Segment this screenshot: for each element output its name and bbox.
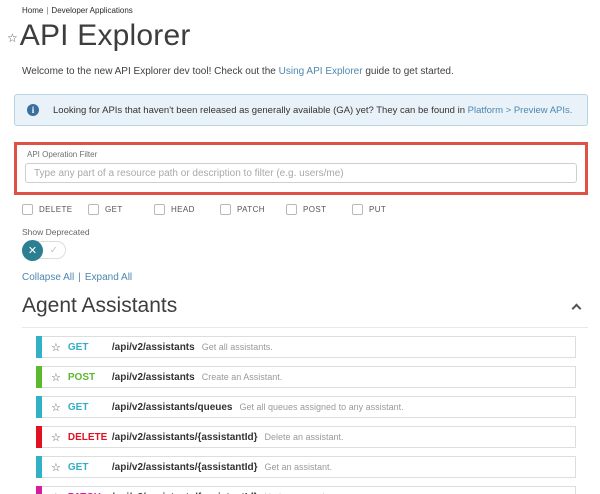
method-filter-get: GET [88, 204, 154, 215]
endpoint-method: GET [68, 462, 112, 473]
endpoint-box[interactable]: ☆ POST /api/v2/assistants Create an Assi… [42, 366, 576, 388]
toggle-off-icon: ✕ [22, 240, 43, 261]
banner-text: Looking for APIs that haven't been relea… [53, 105, 572, 116]
checkbox-get[interactable] [88, 204, 99, 215]
page-title: API Explorer [20, 19, 191, 53]
endpoint-method: DELETE [68, 432, 112, 443]
checkbox-post-label: POST [303, 205, 326, 214]
welcome-text-before: Welcome to the new API Explorer dev tool… [22, 66, 279, 77]
checkbox-patch-label: PATCH [237, 205, 265, 214]
endpoint-path: /api/v2/assistants/{assistantId} [112, 432, 258, 443]
method-filter-post: POST [286, 204, 352, 215]
favorite-star-icon[interactable]: ☆ [51, 341, 61, 354]
checkbox-delete[interactable] [22, 204, 33, 215]
endpoint-row-patch-assistant[interactable]: ☆ PATCH /api/v2/assistants/{assistantId}… [36, 486, 576, 494]
endpoint-box[interactable]: ☆ GET /api/v2/assistants/queues Get all … [42, 396, 576, 418]
method-filter-put: PUT [352, 204, 418, 215]
endpoint-path: /api/v2/assistants/queues [112, 402, 233, 413]
endpoint-row-get-assistants[interactable]: ☆ GET /api/v2/assistants Get all assista… [36, 336, 576, 358]
method-filter-delete: DELETE [22, 204, 88, 215]
checkbox-put-label: PUT [369, 205, 386, 214]
breadcrumb-item-home[interactable]: Home [22, 6, 43, 15]
endpoint-description: Get an assistant. [265, 462, 333, 472]
expand-all-link[interactable]: Expand All [85, 272, 132, 283]
endpoint-row-get-assistants-queues[interactable]: ☆ GET /api/v2/assistants/queues Get all … [36, 396, 576, 418]
filter-highlight-box: API Operation Filter [14, 142, 588, 195]
show-deprecated-label: Show Deprecated [22, 227, 600, 237]
method-filter-row: DELETE GET HEAD PATCH POST PUT [22, 204, 600, 215]
info-icon: i [27, 104, 39, 116]
endpoint-box[interactable]: ☆ PATCH /api/v2/assistants/{assistantId}… [42, 486, 576, 494]
method-filter-patch: PATCH [220, 204, 286, 215]
endpoint-row-delete-assistant[interactable]: ☆ DELETE /api/v2/assistants/{assistantId… [36, 426, 576, 448]
breadcrumb-separator: | [46, 6, 48, 15]
endpoint-path: /api/v2/assistants/{assistantId} [112, 462, 258, 473]
using-api-explorer-link[interactable]: Using API Explorer [279, 66, 363, 77]
favorite-star-icon[interactable]: ☆ [51, 461, 61, 474]
endpoint-method: POST [68, 372, 112, 383]
endpoint-row-get-assistant[interactable]: ☆ GET /api/v2/assistants/{assistantId} G… [36, 456, 576, 478]
endpoint-method: GET [68, 402, 112, 413]
checkbox-patch[interactable] [220, 204, 231, 215]
endpoint-path: /api/v2/assistants [112, 342, 195, 353]
checkbox-delete-label: DELETE [39, 205, 73, 214]
checkbox-head-label: HEAD [171, 205, 195, 214]
checkbox-get-label: GET [105, 205, 123, 214]
endpoint-box[interactable]: ☆ GET /api/v2/assistants Get all assista… [42, 336, 576, 358]
preview-apis-link[interactable]: Platform > Preview APIs. [468, 105, 573, 116]
favorite-star-icon[interactable]: ☆ [51, 371, 61, 384]
method-filter-head: HEAD [154, 204, 220, 215]
checkbox-put[interactable] [352, 204, 363, 215]
section-title: Agent Assistants [22, 294, 177, 318]
collapse-all-link[interactable]: Collapse All [22, 272, 74, 283]
endpoint-method: GET [68, 342, 112, 353]
section-header-agent-assistants[interactable]: Agent Assistants [22, 294, 588, 328]
banner-text-before: Looking for APIs that haven't been relea… [53, 105, 468, 116]
favorite-star-icon[interactable]: ☆ [51, 491, 61, 494]
api-operation-filter-input[interactable] [25, 163, 577, 183]
breadcrumb-item-developer-applications[interactable]: Developer Applications [51, 6, 132, 15]
breadcrumb: Home|Developer Applications [0, 0, 600, 15]
collapse-expand-links: Collapse All | Expand All [22, 272, 600, 283]
filter-label: API Operation Filter [25, 150, 577, 159]
favorite-star-icon[interactable]: ☆ [7, 31, 18, 45]
welcome-text: Welcome to the new API Explorer dev tool… [0, 53, 600, 77]
endpoint-path: /api/v2/assistants [112, 372, 195, 383]
endpoint-box[interactable]: ☆ GET /api/v2/assistants/{assistantId} G… [42, 456, 576, 478]
endpoint-box[interactable]: ☆ DELETE /api/v2/assistants/{assistantId… [42, 426, 576, 448]
endpoint-description: Get all assistants. [202, 342, 273, 352]
show-deprecated-toggle[interactable]: ✕ ✓ [22, 241, 66, 259]
chevron-up-icon[interactable] [572, 303, 582, 313]
checkbox-post[interactable] [286, 204, 297, 215]
info-banner: i Looking for APIs that haven't been rel… [14, 94, 588, 126]
welcome-text-after: guide to get started. [363, 66, 454, 77]
endpoint-description: Delete an assistant. [265, 432, 344, 442]
title-row: ☆ API Explorer [0, 15, 600, 53]
favorite-star-icon[interactable]: ☆ [51, 431, 61, 444]
toggle-check-icon: ✓ [50, 245, 58, 256]
checkbox-head[interactable] [154, 204, 165, 215]
endpoint-description: Get all queues assigned to any assistant… [240, 402, 404, 412]
endpoint-row-post-assistants[interactable]: ☆ POST /api/v2/assistants Create an Assi… [36, 366, 576, 388]
endpoint-description: Create an Assistant. [202, 372, 283, 382]
links-separator: | [78, 272, 81, 283]
favorite-star-icon[interactable]: ☆ [51, 401, 61, 414]
